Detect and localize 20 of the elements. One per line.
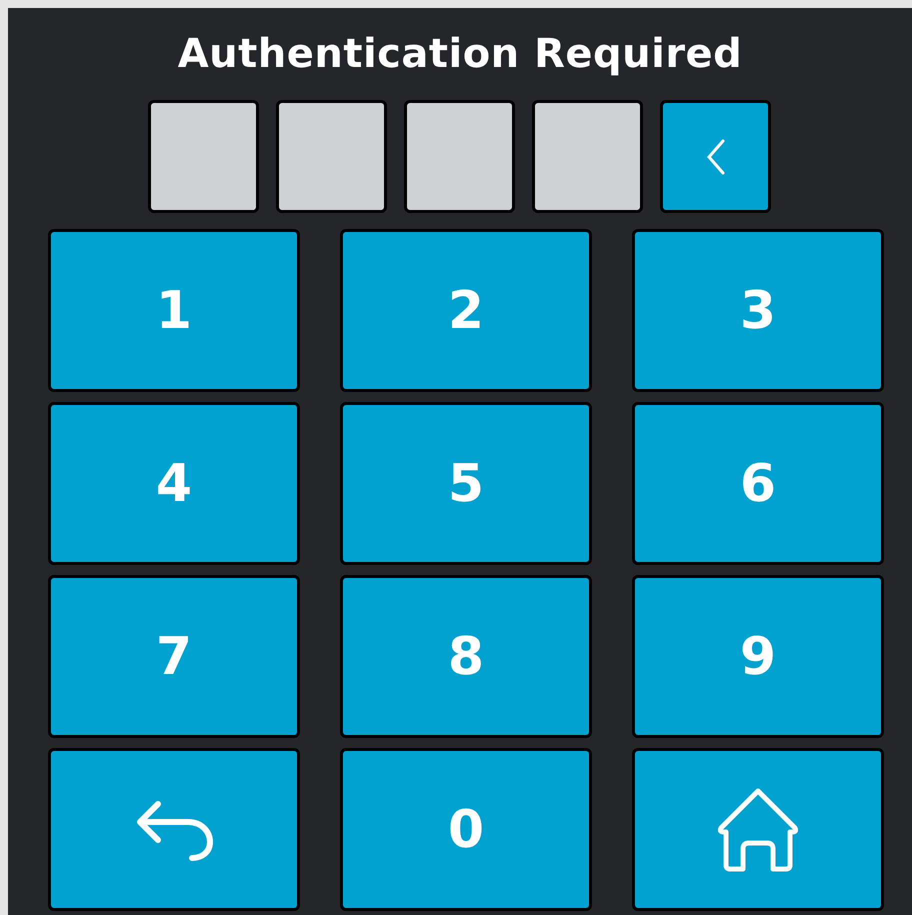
pin-digit-field[interactable]: [404, 100, 515, 213]
back-button[interactable]: [48, 748, 300, 911]
digit-key[interactable]: 7: [48, 575, 300, 738]
digit-key[interactable]: 6: [632, 402, 884, 565]
pin-digit-field[interactable]: [276, 100, 387, 213]
digit-key[interactable]: 0: [340, 748, 592, 911]
digit-key[interactable]: 1: [48, 229, 300, 392]
pin-digit-field[interactable]: [148, 100, 259, 213]
digit-key[interactable]: 2: [340, 229, 592, 392]
digit-key[interactable]: 5: [340, 402, 592, 565]
digit-key[interactable]: 3: [632, 229, 884, 392]
dialog-title: Authentication Required: [176, 30, 744, 79]
digit-key[interactable]: 4: [48, 402, 300, 565]
digit-key[interactable]: 8: [340, 575, 592, 738]
digit-key[interactable]: 9: [632, 575, 884, 738]
backspace-button[interactable]: [660, 100, 771, 213]
home-icon: [715, 786, 801, 872]
chevron-left-icon: [706, 138, 726, 174]
home-button[interactable]: [632, 748, 884, 911]
pin-digit-field[interactable]: [532, 100, 643, 213]
